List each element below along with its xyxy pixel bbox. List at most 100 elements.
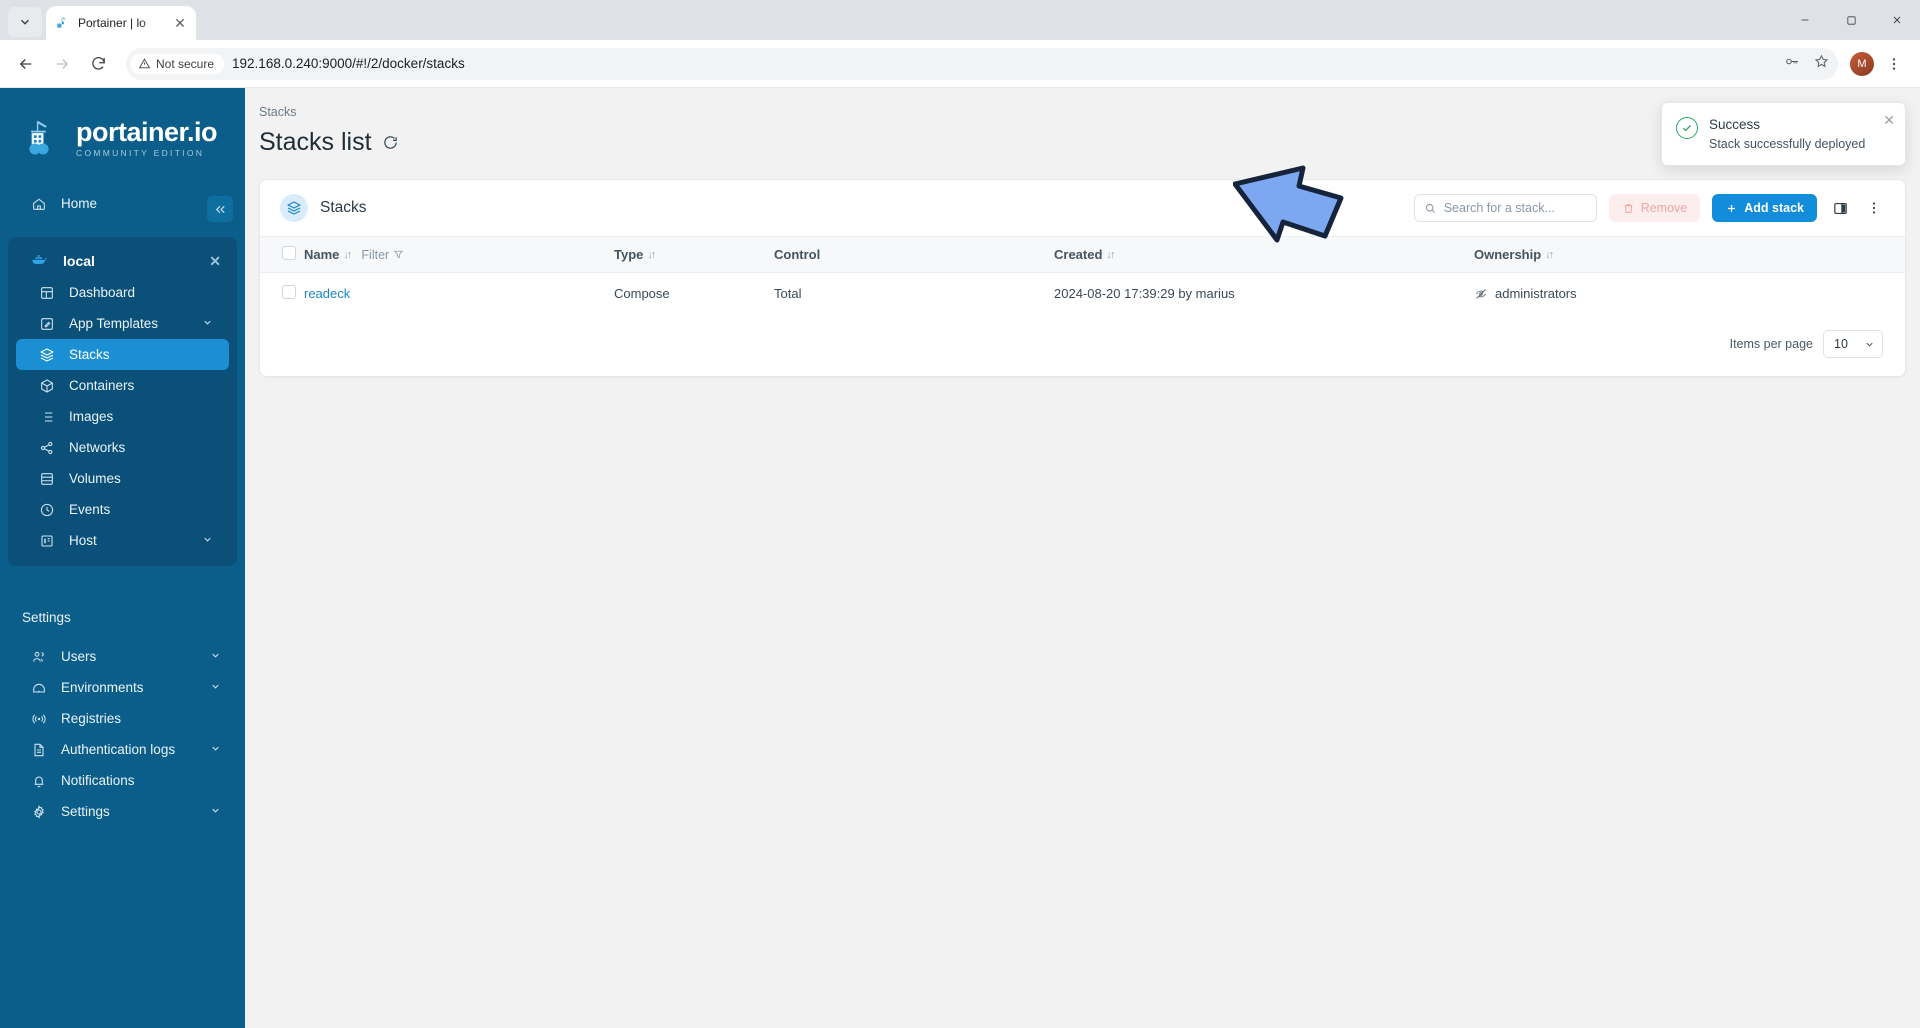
remove-button[interactable]: Remove xyxy=(1608,194,1701,222)
card-title: Stacks xyxy=(320,199,367,216)
chevron-down-icon[interactable] xyxy=(210,743,221,757)
sort-desc-asc-icon[interactable]: ↓↑ xyxy=(1545,249,1554,261)
sidebar-item-images[interactable]: Images xyxy=(16,401,229,432)
sidebar-item-users[interactable]: Users xyxy=(8,641,237,672)
card-more-menu-button[interactable] xyxy=(1863,197,1885,219)
filter-button[interactable]: Filter xyxy=(361,248,404,262)
sort-desc-asc-icon[interactable]: ↓↑ xyxy=(1106,249,1115,261)
browser-tab[interactable]: Portainer | lo ✕ xyxy=(46,6,196,40)
sort-desc-asc-icon[interactable]: ↓↑ xyxy=(647,249,656,261)
column-header-control[interactable]: Control xyxy=(774,236,1054,273)
logo-wordmark: portainer.io COMMUNITY EDITION xyxy=(76,118,218,158)
sidebar-item-app-templates[interactable]: App Templates xyxy=(16,308,229,339)
sidebar-item-label: Dashboard xyxy=(69,285,136,300)
security-status[interactable]: Not secure xyxy=(130,53,225,74)
close-icon[interactable] xyxy=(1874,0,1920,40)
cell-created: 2024-08-20 17:39:29 by marius xyxy=(1054,286,1235,301)
chevron-down-icon[interactable] xyxy=(202,534,213,548)
security-label: Not secure xyxy=(156,56,215,71)
layers-icon xyxy=(38,346,55,363)
column-header-type[interactable]: Type ↓↑ xyxy=(614,236,774,273)
chevron-down-icon[interactable] xyxy=(210,805,221,819)
minimize-icon[interactable] xyxy=(1782,0,1828,40)
server-icon xyxy=(38,532,55,549)
reload-icon xyxy=(91,57,105,70)
star-icon[interactable] xyxy=(1813,53,1830,75)
gear-icon xyxy=(30,803,47,820)
sidebar-item-settings[interactable]: Settings xyxy=(8,796,237,827)
back-button[interactable] xyxy=(10,48,42,80)
cell-name: readeck xyxy=(304,273,614,315)
breadcrumb[interactable]: Stacks xyxy=(259,88,1906,119)
chevron-down-icon[interactable] xyxy=(210,650,221,664)
select-all-checkbox[interactable] xyxy=(282,246,296,260)
browser-menu-button[interactable] xyxy=(1878,48,1910,80)
sidebar-item-stacks[interactable]: Stacks xyxy=(16,339,229,370)
chevron-down-icon[interactable] xyxy=(210,681,221,695)
columns-layout-icon[interactable] xyxy=(1829,197,1851,219)
reload-button[interactable] xyxy=(82,48,114,80)
search-input[interactable]: Search for a stack... xyxy=(1413,194,1597,222)
column-header-ownership[interactable]: Ownership ↓↑ xyxy=(1474,236,1905,273)
omnibox-actions xyxy=(1784,53,1830,75)
column-header-name[interactable]: Name ↓↑ Filter xyxy=(304,236,614,273)
sidebar-item-host[interactable]: Host xyxy=(16,525,229,556)
sidebar-item-home[interactable]: Home xyxy=(8,188,237,219)
remove-label: Remove xyxy=(1640,201,1688,215)
sidebar-item-environments[interactable]: Environments xyxy=(8,672,237,703)
toast-title: Success xyxy=(1709,117,1761,132)
portainer-logo[interactable]: portainer.io COMMUNITY EDITION xyxy=(0,102,245,160)
close-icon[interactable]: ✕ xyxy=(1883,112,1895,129)
sidebar-item-registries[interactable]: Registries xyxy=(8,703,237,734)
toast-message: Stack successfully deployed xyxy=(1709,137,1866,151)
row-checkbox[interactable] xyxy=(282,285,296,299)
avatar[interactable]: M xyxy=(1850,51,1874,76)
add-stack-button[interactable]: Add stack xyxy=(1712,194,1817,222)
forward-button[interactable] xyxy=(46,48,78,80)
row-checkbox-cell[interactable] xyxy=(260,273,304,315)
cell-control: Total xyxy=(774,286,802,301)
sidebar-item-label: Images xyxy=(69,409,114,424)
sidebar-item-networks[interactable]: Networks xyxy=(16,432,229,463)
clock-icon xyxy=(38,501,55,518)
sidebar-item-containers[interactable]: Containers xyxy=(16,370,229,401)
sidebar-item-label: Users xyxy=(61,649,97,664)
close-icon[interactable]: ✕ xyxy=(172,15,188,31)
main-content: Stacks Stacks list Stacks Search for a s… xyxy=(245,88,1920,1028)
close-icon[interactable]: ✕ xyxy=(209,253,221,270)
sidebar-item-label: App Templates xyxy=(69,316,159,331)
sidebar-item-authentication-logs[interactable]: Authentication logs xyxy=(8,734,237,765)
environment-selector[interactable]: local ✕ xyxy=(8,245,237,277)
refresh-icon[interactable] xyxy=(382,134,399,151)
chevron-down-icon[interactable] xyxy=(202,317,213,331)
key-icon[interactable] xyxy=(1784,53,1801,75)
tab-search-button[interactable] xyxy=(8,7,42,37)
select-all-cell[interactable] xyxy=(260,236,304,273)
kebab-menu-icon xyxy=(1872,202,1876,214)
dashboard-icon xyxy=(38,284,55,301)
address-bar[interactable]: Not secure 192.168.0.240:9000/#!/2/docke… xyxy=(126,47,1838,80)
column-label: Control xyxy=(774,247,821,262)
success-toast: Success Stack successfully deployed ✕ xyxy=(1661,102,1906,166)
sidebar-item-events[interactable]: Events xyxy=(16,494,229,525)
chevron-down-icon xyxy=(1866,342,1873,347)
sort-desc-asc-icon[interactable]: ↓↑ xyxy=(343,249,352,261)
stack-name-link[interactable]: readeck xyxy=(304,286,350,301)
plus-icon xyxy=(1728,204,1736,212)
app-root: portainer.io COMMUNITY EDITION Home loca… xyxy=(0,88,1920,1028)
sidebar-item-volumes[interactable]: Volumes xyxy=(16,463,229,494)
document-icon xyxy=(30,741,47,758)
sidebar-item-dashboard[interactable]: Dashboard xyxy=(16,277,229,308)
maximize-icon[interactable] xyxy=(1828,0,1874,40)
table-row[interactable]: readeck Compose Total 2024-08-20 17:39:2… xyxy=(260,273,1905,315)
page-title-row: Stacks list xyxy=(259,128,1906,157)
pointer-arrow-icon xyxy=(1232,164,1363,259)
items-per-page-select[interactable]: 10 xyxy=(1823,330,1883,358)
sidebar: portainer.io COMMUNITY EDITION Home loca… xyxy=(0,88,245,1028)
sidebar-item-notifications[interactable]: Notifications xyxy=(8,765,237,796)
kebab-menu-icon xyxy=(1892,57,1896,70)
sidebar-item-label: Registries xyxy=(61,711,122,726)
settings-nav-list: Users Environments Registries Authentica… xyxy=(0,641,245,827)
chevron-down-icon xyxy=(21,19,29,25)
tab-title: Portainer | lo xyxy=(78,16,146,30)
